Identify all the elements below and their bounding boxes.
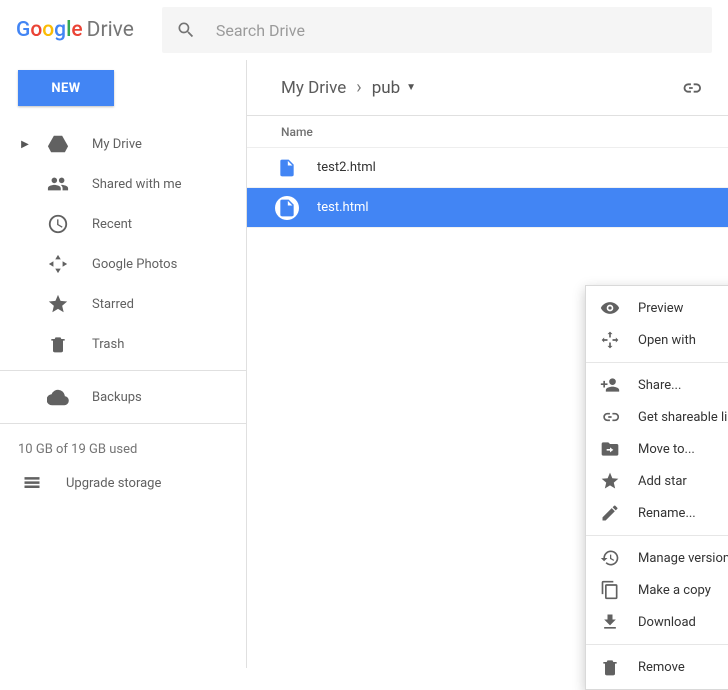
sidebar-item-label: Backups: [92, 390, 142, 405]
file-icon: [275, 196, 299, 220]
dropdown-icon: ▼: [406, 82, 416, 93]
menu-manage-versions[interactable]: Manage versions: [586, 542, 728, 574]
menu-label: Add star: [638, 474, 687, 489]
expand-icon[interactable]: ▶: [20, 139, 30, 150]
menu-label: Share...: [638, 378, 681, 393]
file-row-selected[interactable]: test.html: [247, 188, 728, 228]
sidebar-item-label: Upgrade storage: [66, 476, 161, 491]
star-icon: [600, 471, 620, 491]
menu-get-link[interactable]: Get shareable link: [586, 401, 728, 433]
context-menu: Preview Open with › Share... Get shareab…: [585, 285, 728, 690]
menu-open-with[interactable]: Open with ›: [586, 324, 728, 356]
download-icon: [600, 612, 620, 632]
menu-add-star[interactable]: Add star: [586, 465, 728, 497]
google-wordmark: Google: [16, 18, 83, 42]
breadcrumb-root[interactable]: My Drive: [281, 78, 346, 98]
trash-icon: [600, 657, 620, 677]
sidebar-item-photos[interactable]: Google Photos: [0, 244, 246, 284]
edit-icon: [600, 503, 620, 523]
sidebar-item-shared[interactable]: Shared with me: [0, 164, 246, 204]
sidebar-item-my-drive[interactable]: ▶ My Drive: [0, 124, 246, 164]
menu-download[interactable]: Download: [586, 606, 728, 638]
sidebar-item-label: Starred: [92, 297, 134, 312]
trash-icon: [46, 332, 70, 356]
sidebar-item-upgrade[interactable]: Upgrade storage: [0, 465, 246, 501]
sidebar: NEW ▶ My Drive Shared with me Recent: [0, 60, 246, 668]
menu-remove[interactable]: Remove: [586, 651, 728, 683]
search-bar[interactable]: Search Drive: [162, 7, 712, 53]
app-header: Google Drive Search Drive: [0, 0, 728, 60]
menu-label: Manage versions: [638, 551, 728, 566]
clock-icon: [46, 212, 70, 236]
person-add-icon: [600, 375, 620, 395]
new-button[interactable]: NEW: [18, 70, 114, 106]
menu-label: Rename...: [638, 506, 696, 521]
main-content: My Drive › pub ▼ Name test2.html test.ht…: [246, 60, 728, 668]
menu-label: Remove: [638, 660, 685, 675]
history-icon: [600, 548, 620, 568]
sidebar-item-trash[interactable]: Trash: [0, 324, 246, 364]
file-row[interactable]: test2.html: [247, 148, 728, 188]
sidebar-item-starred[interactable]: Starred: [0, 284, 246, 324]
menu-divider: [586, 644, 728, 645]
file-name: test2.html: [317, 160, 376, 175]
sidebar-item-label: Recent: [92, 217, 132, 232]
file-name: test.html: [317, 200, 369, 215]
menu-divider: [586, 535, 728, 536]
breadcrumb-current[interactable]: pub ▼: [372, 78, 416, 98]
link-icon: [600, 407, 620, 427]
menu-make-copy[interactable]: Make a copy: [586, 574, 728, 606]
photos-icon: [46, 252, 70, 276]
menu-label: Preview: [638, 301, 683, 316]
breadcrumb-current-label: pub: [372, 78, 400, 98]
toolbar: My Drive › pub ▼: [247, 60, 728, 116]
menu-label: Move to...: [638, 442, 695, 457]
menu-divider: [586, 362, 728, 363]
menu-move-to[interactable]: Move to...: [586, 433, 728, 465]
star-icon: [46, 292, 70, 316]
menu-preview[interactable]: Preview: [586, 292, 728, 324]
menu-share[interactable]: Share...: [586, 369, 728, 401]
sidebar-item-label: Google Photos: [92, 257, 177, 272]
sidebar-item-recent[interactable]: Recent: [0, 204, 246, 244]
storage-usage: 10 GB of 19 GB used: [0, 430, 246, 465]
menu-rename[interactable]: Rename...: [586, 497, 728, 529]
folder-move-icon: [600, 439, 620, 459]
search-placeholder: Search Drive: [216, 21, 305, 40]
cloud-icon: [46, 385, 70, 409]
sidebar-item-label: Shared with me: [92, 177, 182, 192]
chevron-right-icon: ›: [356, 77, 361, 98]
copy-icon: [600, 580, 620, 600]
drive-icon: [46, 132, 70, 156]
menu-label: Get shareable link: [638, 410, 728, 425]
link-icon[interactable]: [680, 77, 702, 99]
sidebar-item-label: Trash: [92, 337, 124, 352]
logo[interactable]: Google Drive: [16, 18, 134, 42]
people-icon: [46, 172, 70, 196]
list-header-name[interactable]: Name: [247, 116, 728, 148]
product-name: Drive: [87, 18, 134, 42]
divider: [0, 423, 246, 424]
sidebar-item-label: My Drive: [92, 137, 142, 152]
menu-label: Download: [638, 615, 696, 630]
search-icon: [176, 20, 196, 40]
open-with-icon: [600, 330, 620, 350]
menu-label: Open with: [638, 333, 696, 348]
divider: [0, 370, 246, 371]
eye-icon: [600, 298, 620, 318]
storage-icon: [20, 471, 44, 495]
menu-label: Make a copy: [638, 583, 711, 598]
file-icon: [275, 156, 299, 180]
sidebar-item-backups[interactable]: Backups: [0, 377, 246, 417]
